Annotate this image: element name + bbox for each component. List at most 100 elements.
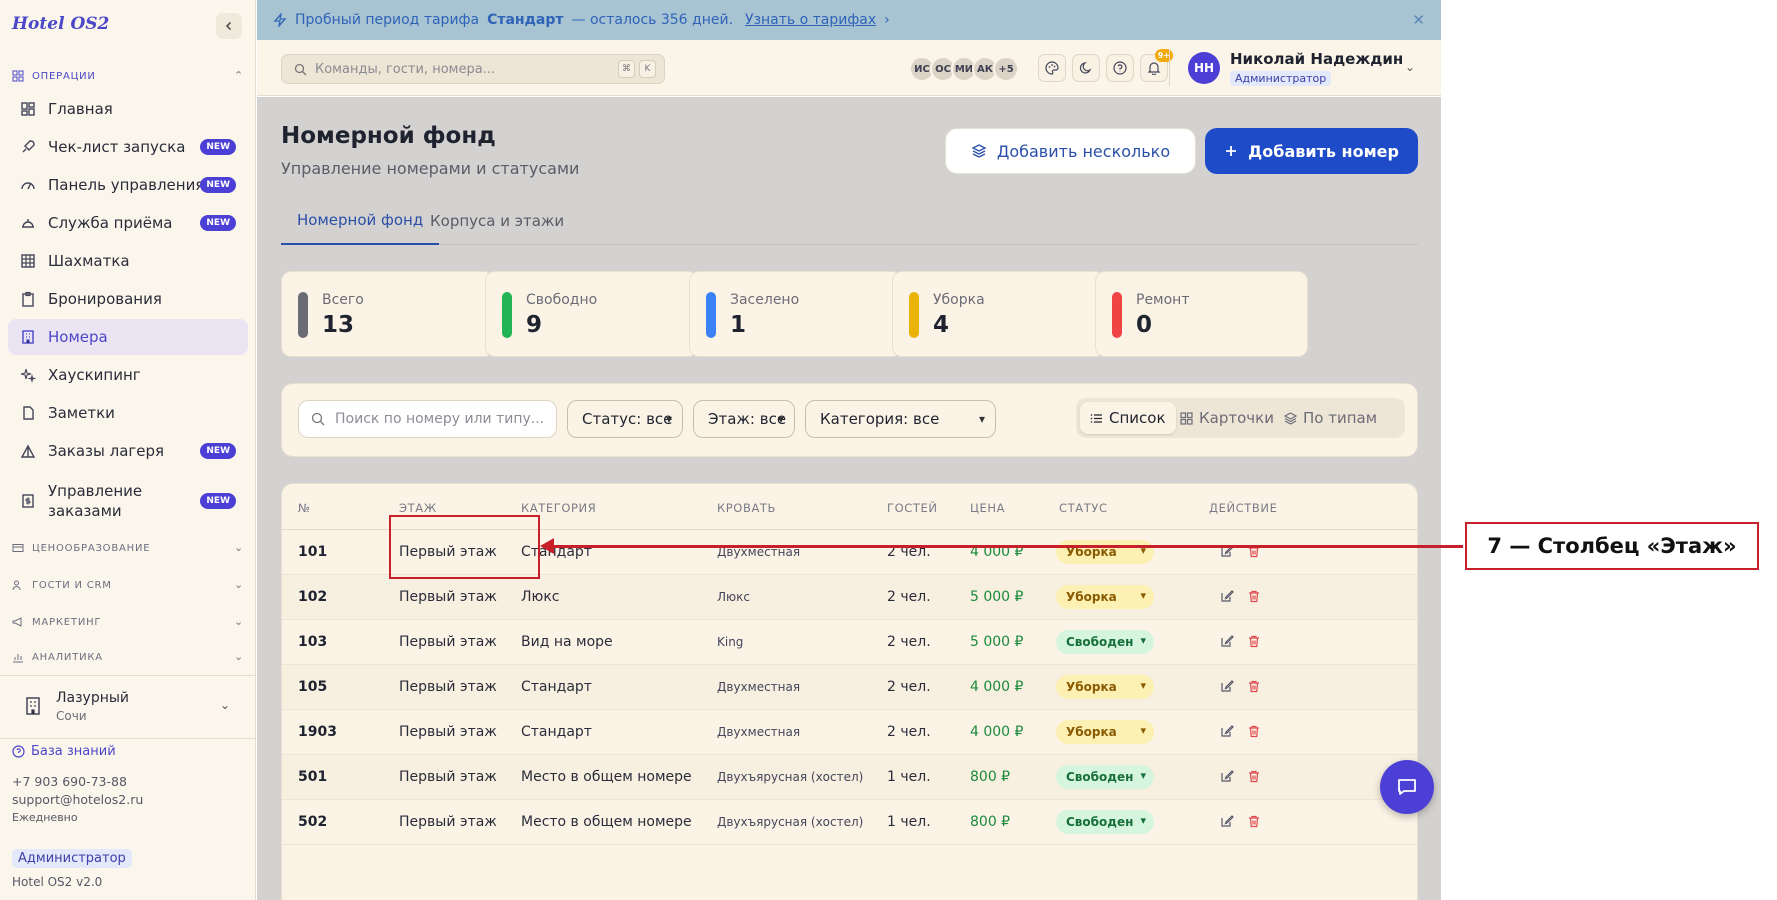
room-bed: Двухместная [717, 680, 801, 694]
hotel-city: Сочи [56, 709, 87, 723]
add-multiple-button[interactable]: Добавить несколько [945, 128, 1196, 174]
chat-button[interactable] [1380, 760, 1434, 814]
room-search-placeholder: Поиск по номеру или типу... [335, 411, 545, 427]
section-analytics[interactable]: АНАЛИТИКА ⌄ [12, 647, 244, 667]
gauge-icon [21, 182, 35, 190]
chevron-down-icon[interactable]: ⌄ [1405, 60, 1415, 74]
trash-icon[interactable] [1247, 724, 1261, 738]
sidebar-item-camp-orders[interactable]: Заказы лагеря NEW [8, 433, 248, 469]
megaphone-icon [12, 617, 22, 627]
knowledge-base-link[interactable]: База знаний [12, 744, 116, 759]
dark-mode-button[interactable] [1072, 54, 1100, 82]
table-row[interactable]: 102 Первый этаж Люкс Люкс 2 чел. 5 000 ₽ Уборк… [282, 575, 1417, 620]
room-bed: Двухъярусная (хостел) [717, 770, 864, 784]
trash-icon[interactable] [1247, 769, 1261, 783]
category-filter-select[interactable]: Категория: все ▾ [805, 400, 996, 438]
command-search-input[interactable]: Команды, гости, номера... ⌘ K [281, 54, 665, 84]
table-row[interactable]: 1903 Первый этаж Стандарт Двухместная 2 чел.… [282, 710, 1417, 755]
stat-bar [1112, 292, 1122, 338]
status-select[interactable]: Уборка ▾ [1056, 540, 1154, 564]
edit-icon[interactable] [1220, 814, 1234, 828]
status-select[interactable]: Свободен ▾ [1056, 630, 1154, 654]
status-select[interactable]: Уборка ▾ [1056, 720, 1154, 744]
view-cards-button[interactable]: Карточки [1170, 402, 1284, 434]
chevron-down-icon: ⌄ [219, 698, 230, 712]
room-floor: Первый этаж [399, 814, 497, 830]
sidebar-item-housekeeping[interactable]: Хаускипинг [8, 357, 248, 393]
status-filter-select[interactable]: Статус: все ▾ [567, 400, 683, 438]
room-guests: 2 чел. [887, 589, 931, 605]
column-header-price[interactable]: ЦЕНА [970, 501, 1005, 515]
room-price: 5 000 ₽ [970, 634, 1024, 650]
status-select[interactable]: Свободен ▾ [1056, 765, 1154, 789]
chevron-left-icon [225, 21, 232, 31]
sidebar-item-notes[interactable]: Заметки [8, 395, 248, 431]
trash-icon[interactable] [1247, 589, 1261, 603]
edit-icon[interactable] [1220, 589, 1234, 603]
trash-icon[interactable] [1247, 634, 1261, 648]
column-header-number[interactable]: № [298, 501, 311, 515]
hotel-name: Лазурный [56, 690, 130, 706]
hotel-switcher[interactable]: Лазурный Сочи ⌄ [0, 675, 256, 739]
room-category: Место в общем номере [521, 814, 692, 830]
column-header-status[interactable]: СТАТУС [1059, 501, 1108, 515]
status-select[interactable]: Свободен ▾ [1056, 810, 1154, 834]
status-select[interactable]: Уборка ▾ [1056, 675, 1154, 699]
room-bed: Двухъярусная (хостел) [717, 815, 864, 829]
view-list-button[interactable]: Список [1080, 402, 1176, 434]
online-users[interactable]: ИС ОС МИ АК +5 [909, 56, 1019, 82]
section-pricing[interactable]: ЦЕНООБРАЗОВАНИЕ ⌄ [12, 538, 244, 558]
sidebar-item-control-panel[interactable]: Панель управления NEW [8, 167, 248, 203]
table-row[interactable]: 105 Первый этаж Стандарт Двухместная 2 чел. 4… [282, 665, 1417, 710]
table-row[interactable]: 502 Первый этаж Место в общем номере Двухъя… [282, 800, 1417, 845]
edit-icon[interactable] [1220, 724, 1234, 738]
page-subtitle: Управление номерами и статусами [281, 159, 580, 178]
new-badge: NEW [200, 139, 236, 155]
theme-palette-button[interactable] [1038, 54, 1066, 82]
add-room-button[interactable]: Добавить номер [1205, 128, 1418, 174]
sidebar-item-label: Чек-лист запуска [48, 138, 186, 156]
stat-value: 13 [322, 312, 355, 338]
user-avatar[interactable]: НН [1188, 52, 1220, 84]
sidebar-item-order-management[interactable]: Управление заказами NEW [8, 477, 248, 525]
receipt-icon [22, 494, 34, 508]
tab-buildings-floors[interactable]: Корпуса и этажи [414, 197, 580, 245]
collapse-sidebar-button[interactable] [216, 13, 242, 39]
topbar: Команды, гости, номера... ⌘ K ИС ОС МИ А… [257, 40, 1441, 96]
sidebar-item-bookings[interactable]: Бронирования [8, 281, 248, 317]
notifications-button[interactable]: 9+ [1140, 49, 1173, 82]
user-name[interactable]: Николай Надеждин [1230, 50, 1403, 68]
trash-icon[interactable] [1247, 814, 1261, 828]
table-row[interactable]: 501 Первый этаж Место в общем номере Двухъя… [282, 755, 1417, 800]
table-row[interactable]: 103 Первый этаж Вид на море King 2 чел. 5 000… [282, 620, 1417, 665]
edit-icon[interactable] [1220, 769, 1234, 783]
sidebar-item-rooms[interactable]: Номера [8, 319, 248, 355]
trash-icon[interactable] [1247, 679, 1261, 693]
sidebar-item-home[interactable]: Главная [8, 91, 248, 127]
sidebar-item-launch-checklist[interactable]: Чек-лист запуска NEW [8, 129, 248, 165]
column-header-category[interactable]: КАТЕГОРИЯ [521, 501, 596, 515]
new-badge: NEW [200, 215, 236, 231]
column-header-guests[interactable]: ГОСТЕЙ [887, 501, 938, 515]
room-number: 501 [298, 769, 328, 785]
column-header-floor[interactable]: ЭТАЖ [399, 501, 437, 515]
edit-icon[interactable] [1220, 634, 1234, 648]
sparkles-icon [20, 368, 36, 383]
help-button[interactable] [1106, 54, 1134, 82]
close-icon[interactable]: ✕ [1412, 11, 1425, 29]
section-operations[interactable]: ОПЕРАЦИИ ⌃ [12, 66, 244, 86]
floor-filter-select[interactable]: Этаж: все ▾ [693, 400, 795, 438]
edit-icon[interactable] [1220, 679, 1234, 693]
support-email[interactable]: support@hotelos2.ru [12, 792, 143, 807]
status-select[interactable]: Уборка ▾ [1056, 585, 1154, 609]
users-icon [12, 580, 21, 591]
section-marketing[interactable]: МАРКЕТИНГ ⌄ [12, 612, 244, 632]
sidebar: Hotel OS2 ОПЕРАЦИИ ⌃ Главная Чек-лист за… [0, 0, 256, 900]
section-guests-crm[interactable]: ГОСТИ И CRM ⌄ [12, 575, 244, 595]
sidebar-item-chessboard[interactable]: Шахматка [8, 243, 248, 279]
pricing-link[interactable]: Узнать о тарифах [745, 12, 876, 28]
sidebar-item-front-desk[interactable]: Служба приёма NEW [8, 205, 248, 241]
column-header-bed[interactable]: КРОВАТЬ [717, 501, 776, 515]
view-types-button[interactable]: По типам [1274, 402, 1387, 434]
room-search-input[interactable]: Поиск по номеру или типу... [298, 400, 557, 438]
